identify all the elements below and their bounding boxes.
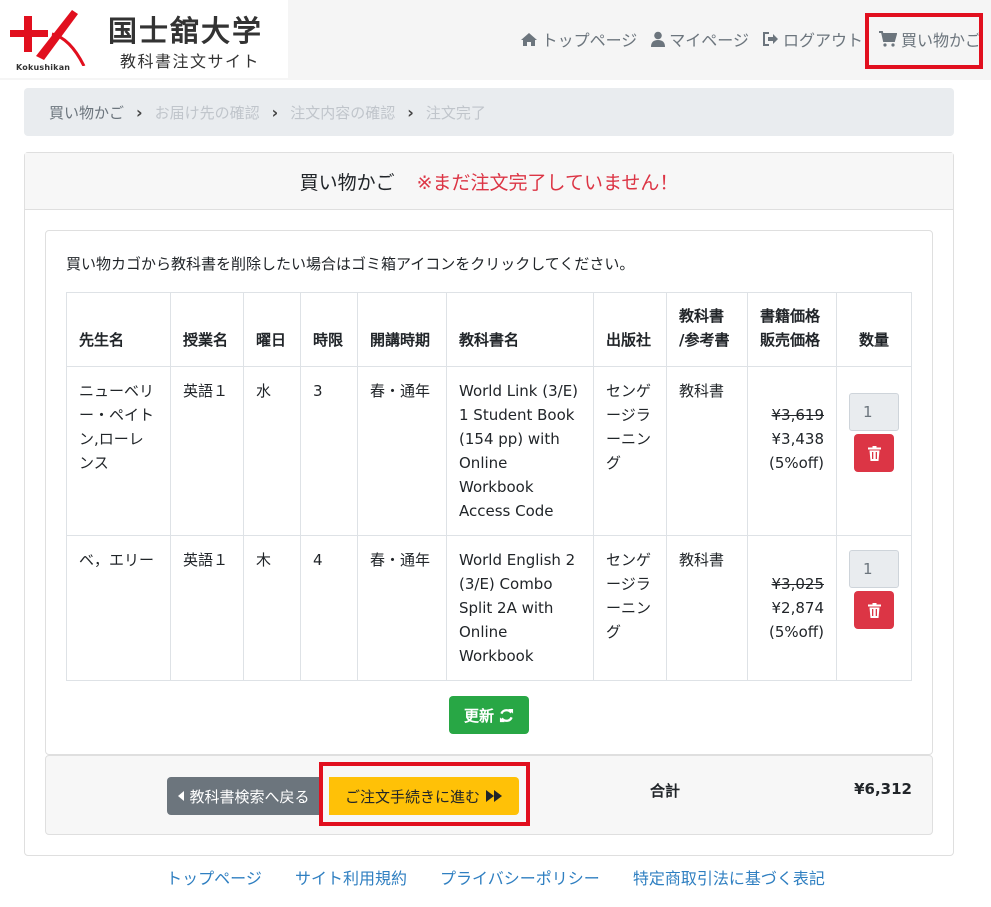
breadcrumb-step-delivery: お届け先の確認 <box>154 103 260 122</box>
cell-type: 教科書 <box>666 535 748 681</box>
discount-label: (5%off) <box>768 454 824 472</box>
nav-label: ログアウト <box>782 31 863 50</box>
cart-card: 買い物かご ※まだ注文完了していません！ 買い物カゴから教科書を削除したい場合は… <box>24 152 954 856</box>
cell-course: 英語１ <box>170 535 244 681</box>
footer-links: トップページ サイト利用規約 プライバシーポリシー 特定商取引法に基づく表記 <box>0 865 991 889</box>
cell-price: ¥3,025 ¥2,874 (5%off) <box>747 535 837 681</box>
delete-button[interactable] <box>854 591 894 629</box>
cell-period: 4 <box>300 535 358 681</box>
total-amount: ¥6,312 <box>854 780 912 798</box>
sale-price: ¥2,874 <box>771 599 825 617</box>
cell-period: 3 <box>300 366 358 536</box>
chevron-right-icon: › <box>271 102 279 122</box>
back-label: 教科書検索へ戻る <box>189 787 310 806</box>
nav-my-page[interactable]: マイページ <box>651 27 749 51</box>
sign-out-icon <box>762 32 778 46</box>
col-type-line2: /参考書 <box>679 331 730 349</box>
site-logo[interactable]: Kokushikan 国士舘大学 教科書注文サイト <box>0 0 288 78</box>
not-complete-warning: ※まだ注文完了していません！ <box>416 171 679 194</box>
col-type: 教科書 /参考書 <box>666 292 748 367</box>
cell-price: ¥3,619 ¥3,438 (5%off) <box>747 366 837 536</box>
sale-price: ¥3,438 <box>771 430 825 448</box>
cell-teacher: ニューベリー・ペイトン,ローレンス <box>66 366 171 536</box>
cell-day: 水 <box>243 366 301 536</box>
delete-instruction: 買い物カゴから教科書を削除したい場合はゴミ箱アイコンをクリックしてください。 <box>66 255 635 273</box>
checkout-breadcrumb: 買い物かご › お届け先の確認 › 注文内容の確認 › 注文完了 <box>24 88 954 136</box>
table-header-row: 先生名 授業名 曜日 時限 開講時期 教科書名 出版社 教科書 /参考書 書籍価… <box>66 292 912 367</box>
footer-link-terms[interactable]: サイト利用規約 <box>295 869 407 888</box>
home-icon <box>520 32 537 46</box>
col-price-line1: 書籍価格 <box>760 307 821 325</box>
table-row: ベ，エリー 英語１ 木 4 春・通年 World English 2 (3/E)… <box>66 535 912 681</box>
list-price: ¥3,025 <box>771 575 825 593</box>
discount-label: (5%off) <box>768 623 824 641</box>
user-icon <box>651 31 666 47</box>
cell-publisher: センゲージラーニング <box>593 366 667 536</box>
cell-term: 春・通年 <box>357 535 447 681</box>
col-day: 曜日 <box>243 292 301 367</box>
cart-panel: 買い物カゴから教科書を削除したい場合はゴミ箱アイコンをクリックしてください。 先… <box>45 230 933 755</box>
col-price-line2: 販売価格 <box>760 331 821 349</box>
nav-top-page[interactable]: トップページ <box>520 27 638 51</box>
col-price: 書籍価格 販売価格 <box>747 292 837 367</box>
col-publisher: 出版社 <box>593 292 667 367</box>
update-label: 更新 <box>463 706 494 725</box>
cart-table: 先生名 授業名 曜日 時限 開講時期 教科書名 出版社 教科書 /参考書 書籍価… <box>66 292 912 681</box>
trash-icon <box>867 602 881 618</box>
highlight-box <box>864 13 983 69</box>
col-period: 時限 <box>300 292 358 367</box>
nav-shopping-cart[interactable]: 買い物かご <box>864 13 983 69</box>
site-header: Kokushikan 国士舘大学 教科書注文サイト トップページ マイページ ロ… <box>0 0 991 80</box>
delete-button[interactable] <box>854 434 894 472</box>
site-name: 教科書注文サイト <box>120 52 261 71</box>
trash-icon <box>867 445 881 461</box>
cell-type: 教科書 <box>666 366 748 536</box>
nav-label: マイページ <box>669 31 749 50</box>
caret-left-icon <box>178 791 185 801</box>
top-navigation: トップページ マイページ ログアウト 買い物かご <box>506 13 983 69</box>
cell-qty: 1 <box>836 366 912 536</box>
cell-publisher: センゲージラーニング <box>593 535 667 681</box>
highlight-box <box>319 762 530 826</box>
back-to-search-button[interactable]: 教科書検索へ戻る <box>167 777 321 815</box>
quantity-input[interactable]: 1 <box>849 550 899 588</box>
cell-teacher: ベ，エリー <box>66 535 171 681</box>
table-row: ニューベリー・ペイトン,ローレンス 英語１ 水 3 春・通年 World Lin… <box>66 366 912 536</box>
nav-logout[interactable]: ログアウト <box>762 27 863 51</box>
chevron-right-icon: › <box>136 102 143 122</box>
quantity-input[interactable]: 1 <box>849 393 899 431</box>
cell-term: 春・通年 <box>357 366 447 536</box>
total-label: 合計 <box>650 782 681 800</box>
col-teacher: 先生名 <box>66 292 171 367</box>
col-course: 授業名 <box>170 292 244 367</box>
col-qty: 数量 <box>836 292 912 367</box>
nav-label: トップページ <box>541 31 638 50</box>
cell-course: 英語１ <box>170 366 244 536</box>
breadcrumb-step-cart: 買い物かご <box>49 103 125 122</box>
logo-caption: Kokushikan <box>16 63 71 72</box>
footer-link-commerce-law[interactable]: 特定商取引法に基づく表記 <box>633 869 825 888</box>
list-price: ¥3,619 <box>771 406 825 424</box>
update-button[interactable]: 更新 <box>449 696 529 734</box>
card-header: 買い物かご ※まだ注文完了していません！ <box>25 153 953 210</box>
cell-book: World English 2 (3/E) Combo Split 2A wit… <box>446 535 594 681</box>
cell-day: 木 <box>243 535 301 681</box>
breadcrumb-step-complete: 注文完了 <box>425 103 486 122</box>
cell-book: World Link (3/E) 1 Student Book (154 pp)… <box>446 366 594 536</box>
refresh-icon <box>499 708 514 722</box>
university-name: 国士舘大学 <box>108 14 264 48</box>
col-term: 開講時期 <box>357 292 447 367</box>
breadcrumb-step-confirm: 注文内容の確認 <box>290 103 396 122</box>
col-type-line1: 教科書 <box>679 307 725 325</box>
cart-footer: 教科書検索へ戻る ご注文手続きに進む 合計 ¥6,312 <box>45 755 933 835</box>
chevron-right-icon: › <box>407 102 414 122</box>
kokushikan-logo-icon <box>10 10 86 66</box>
footer-link-privacy[interactable]: プライバシーポリシー <box>440 869 600 888</box>
cell-qty: 1 <box>836 535 912 681</box>
page-title: 買い物かご <box>299 171 395 194</box>
footer-link-top[interactable]: トップページ <box>166 869 262 888</box>
col-book: 教科書名 <box>446 292 594 367</box>
